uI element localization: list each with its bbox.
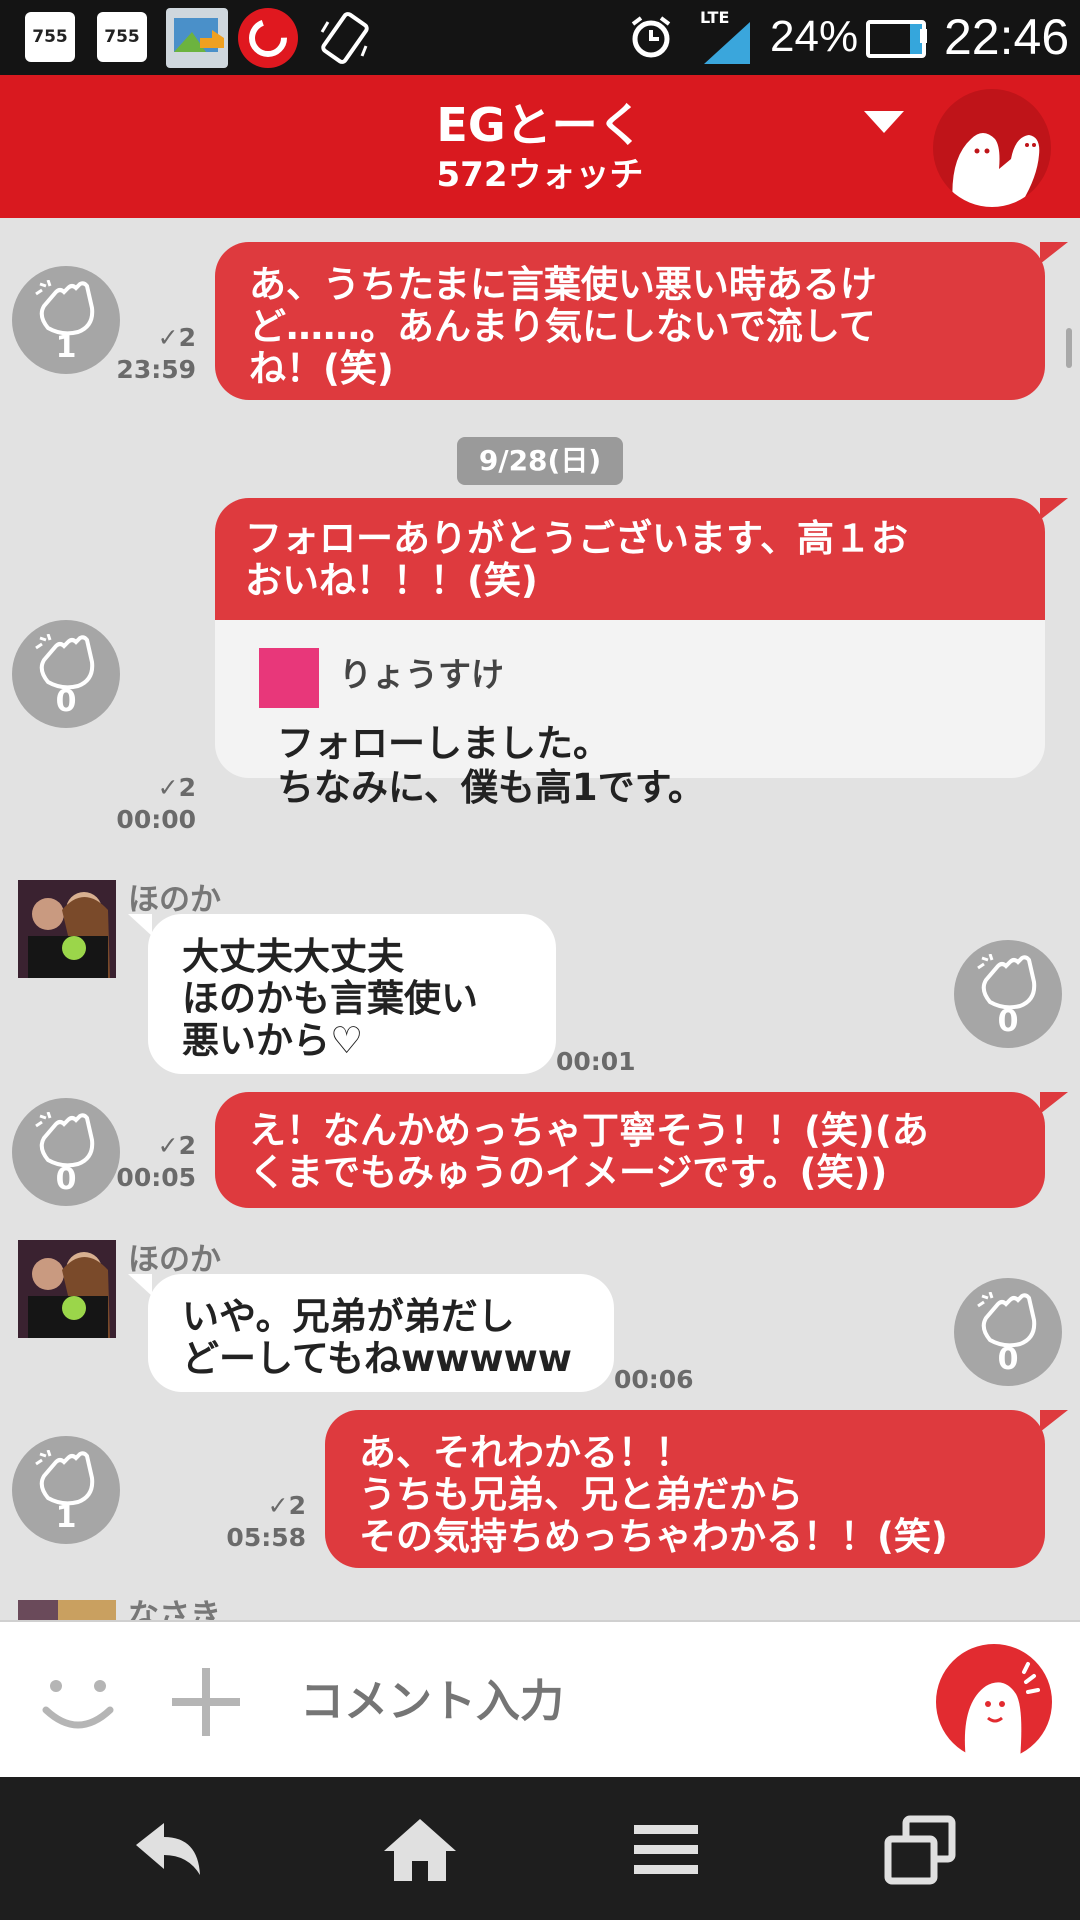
message-meta: ✓2 00:00: [108, 772, 196, 836]
mascot-icon[interactable]: [933, 89, 1051, 207]
clap-button[interactable]: 1: [12, 266, 120, 374]
message-meta: ✓2 05:58: [218, 1490, 306, 1554]
add-icon[interactable]: [170, 1666, 242, 1738]
clap-icon: [35, 1112, 95, 1168]
watch-count: 572ウォッチ: [436, 155, 644, 195]
clap-button[interactable]: 0: [954, 1278, 1062, 1386]
clap-icon: [35, 280, 95, 336]
comment-input[interactable]: [300, 1668, 900, 1734]
menu-icon[interactable]: [626, 1815, 706, 1885]
message-bubble-incoming[interactable]: 大丈夫大丈夫 ほのかも言葉使い 悪いから♡: [148, 914, 556, 1074]
home-icon[interactable]: [380, 1815, 460, 1885]
clap-count: 0: [55, 684, 77, 719]
message-bubble-outgoing[interactable]: あ、それわかる！！ うちも兄弟、兄と弟だから その気持ちめっちゃわかる！！(笑): [325, 1410, 1045, 1568]
quoted-post[interactable]: りょうすけ フォローしました。 ちなみに、僕も高1です。: [215, 620, 1045, 809]
signal-icon: [700, 22, 750, 64]
clock: 22:46: [944, 9, 1070, 65]
quoted-user-name: りょうすけ: [339, 655, 504, 694]
message-time: 00:05: [116, 1163, 196, 1192]
rotate-icon: [318, 10, 372, 66]
room-title[interactable]: EGとーく: [0, 89, 1080, 155]
clap-count: 0: [997, 1342, 1019, 1377]
scrollbar[interactable]: [1066, 328, 1072, 368]
message-bubble-incoming[interactable]: いや。兄弟が弟だし どーしてもねwwwww: [148, 1274, 614, 1392]
avatar[interactable]: [18, 1240, 116, 1338]
read-count: ✓2: [157, 323, 196, 352]
message-time: 05:58: [226, 1523, 306, 1552]
alarm-icon: [628, 14, 674, 60]
clap-icon: [977, 954, 1037, 1010]
bubble-tail: [1040, 242, 1068, 264]
sender-name: ほのか: [128, 882, 221, 918]
bubble-tail: [128, 1274, 152, 1296]
chat-header: EGとーく 572ウォッチ: [0, 75, 1080, 218]
status-bar: 755 755 LTE 24% 22:46: [0, 0, 1080, 75]
back-icon[interactable]: [128, 1815, 208, 1885]
recent-apps-icon[interactable]: [880, 1815, 960, 1885]
message-time: 00:06: [614, 1365, 694, 1394]
read-count: ✓2: [157, 1131, 196, 1160]
send-mascot-button[interactable]: [936, 1644, 1052, 1760]
read-count: ✓2: [157, 773, 196, 802]
message-bubble-outgoing[interactable]: え！なんかめっちゃ丁寧そう！！(笑)(あ くまでもみゅうのイメージです。(笑)): [215, 1092, 1045, 1208]
message-bubble-outgoing[interactable]: フォローありがとうございます、高１お おいね！！！(笑): [215, 498, 1045, 628]
bubble-tail: [1040, 1410, 1068, 1432]
bubble-tail: [128, 914, 152, 936]
battery-percent: 24%: [770, 12, 859, 61]
clap-button[interactable]: 0: [12, 1098, 120, 1206]
clap-count: 0: [55, 1162, 77, 1197]
clap-count: 0: [997, 1004, 1019, 1039]
clap-count: 1: [55, 1500, 77, 1535]
message-meta: ✓2 23:59: [108, 322, 196, 386]
emoji-icon[interactable]: [38, 1664, 118, 1744]
755-app-icon: 755: [97, 12, 147, 62]
bubble-tail: [1040, 1092, 1068, 1114]
clap-count: 1: [55, 330, 77, 365]
bubble-tail: [1040, 498, 1068, 520]
read-count: ✓2: [267, 1491, 306, 1520]
trend-micro-icon: [238, 8, 298, 68]
message-time: 00:00: [116, 805, 196, 834]
message-time: 23:59: [116, 355, 196, 384]
battery-tip: [920, 29, 927, 43]
chat-timeline[interactable]: 1 ✓2 23:59 あ、うちたまに言葉使い悪い時あるけ ど……。あんまり気にし…: [0, 218, 1080, 1620]
gallery-icon: [166, 8, 228, 68]
clap-button[interactable]: 0: [12, 620, 120, 728]
message-meta: ✓2 00:05: [108, 1130, 196, 1194]
comment-input-bar: [0, 1620, 1080, 1777]
navigation-bar: [0, 1777, 1080, 1920]
clap-icon: [35, 1450, 95, 1506]
avatar[interactable]: [18, 1600, 116, 1620]
quoted-user-thumbnail: [259, 648, 319, 708]
dropdown-arrow-icon[interactable]: [864, 111, 904, 133]
clap-button[interactable]: 0: [954, 940, 1062, 1048]
clap-button[interactable]: 1: [12, 1436, 120, 1544]
message-time: 00:01: [556, 1047, 636, 1076]
date-separator: 9/28(日): [457, 437, 623, 485]
755-app-icon: 755: [25, 12, 75, 62]
quoted-text: フォローしました。 ちなみに、僕も高1です。: [277, 722, 705, 809]
clap-icon: [977, 1292, 1037, 1348]
avatar[interactable]: [18, 880, 116, 978]
message-bubble-outgoing[interactable]: あ、うちたまに言葉使い悪い時あるけ ど……。あんまり気にしないで流して ね！(笑…: [215, 242, 1045, 400]
battery-icon: [866, 20, 926, 58]
clap-icon: [35, 634, 95, 690]
sender-name: ほのか: [128, 1242, 221, 1278]
sender-name: なさき: [128, 1598, 221, 1620]
